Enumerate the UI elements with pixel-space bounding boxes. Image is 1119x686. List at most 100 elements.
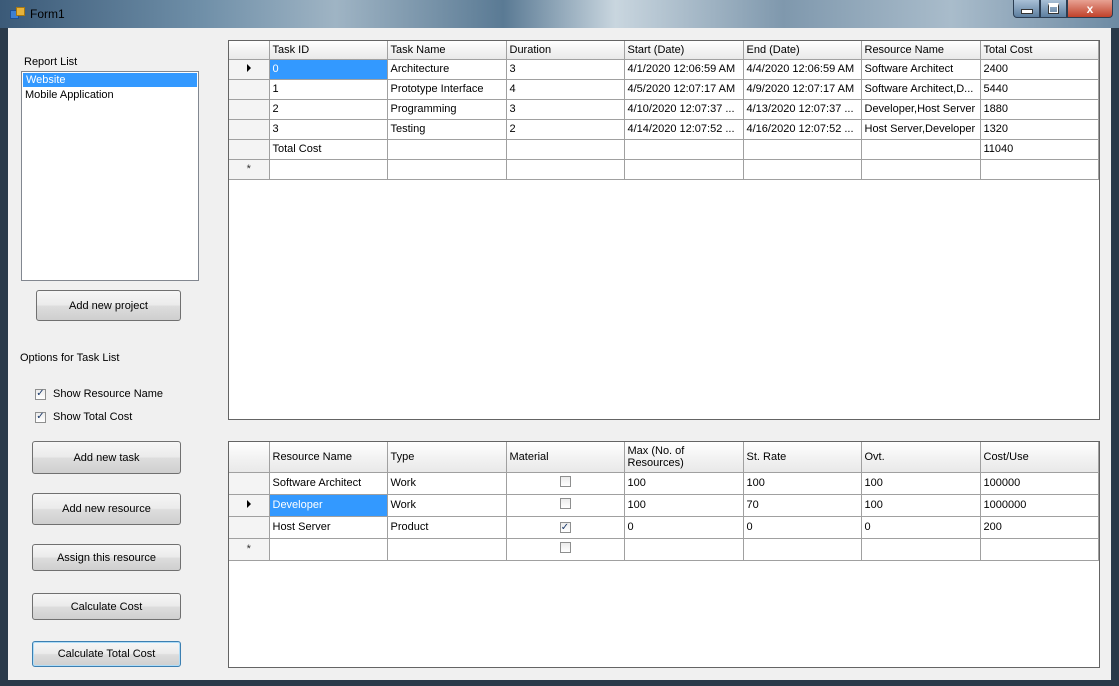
table-row[interactable]: Software Architect Work 100 100 100 1000… [229,472,1099,495]
close-button[interactable]: x [1067,0,1113,18]
cell-task-name[interactable]: Testing [387,119,507,140]
cell-resource-name[interactable]: Host Server,Developer [861,119,981,140]
cell-duration[interactable]: 3 [506,59,625,80]
cell-empty[interactable] [624,139,744,160]
cell-new[interactable] [269,159,388,180]
resource-grid[interactable]: Resource Name Type Material Max (No. of … [228,441,1100,668]
cell-task-id[interactable]: 3 [269,119,388,140]
show-total-cost-checkbox[interactable]: ✓ Show Total Cost [35,411,132,423]
cell-resource-name[interactable]: Software Architect [269,472,388,495]
cell-new[interactable] [624,538,744,561]
cell-total-cost[interactable]: 2400 [980,59,1099,80]
cell-new[interactable] [387,159,507,180]
show-resource-name-check-icon[interactable]: ✓ [35,388,46,400]
report-listbox[interactable]: Website Mobile Application [21,71,199,281]
material-checkbox-checked[interactable]: ✓ [559,522,571,534]
cell-start-date[interactable]: 4/10/2020 12:07:37 ... [624,99,744,120]
row-header[interactable] [229,472,270,495]
cell-st-rate[interactable]: 100 [743,472,862,495]
cell-grand-total[interactable]: 11040 [980,139,1099,160]
cell-material[interactable]: ✓ [506,516,625,539]
material-checkbox[interactable] [559,542,571,553]
column-header-start-date[interactable]: Start (Date) [624,41,744,60]
cell-end-date[interactable]: 4/16/2020 12:07:52 ... [743,119,862,140]
cell-cost-use[interactable]: 200 [980,516,1099,539]
table-row[interactable]: 2 Programming 3 4/10/2020 12:07:37 ... 4… [229,99,1099,120]
material-checkbox[interactable] [559,476,571,487]
row-header[interactable] [229,79,270,100]
cell-max[interactable]: 0 [624,516,744,539]
cell-duration[interactable]: 3 [506,99,625,120]
column-header-end-date[interactable]: End (Date) [743,41,862,60]
column-header-ovt[interactable]: Ovt. [861,442,981,473]
cell-empty[interactable] [743,139,862,160]
cell-st-rate[interactable]: 70 [743,494,862,517]
cell-total-cost-label[interactable]: Total Cost [269,139,388,160]
material-checkbox[interactable] [559,498,571,509]
cell-new[interactable] [743,159,862,180]
cell-material[interactable] [506,538,625,561]
cell-new[interactable] [743,538,862,561]
cell-task-name[interactable]: Programming [387,99,507,120]
show-total-cost-check-icon[interactable]: ✓ [35,411,46,423]
cell-resource-name[interactable]: Developer,Host Server [861,99,981,120]
cell-ovt[interactable]: 0 [861,516,981,539]
table-row[interactable]: 3 Testing 2 4/14/2020 12:07:52 ... 4/16/… [229,119,1099,140]
cell-end-date[interactable]: 4/9/2020 12:07:17 AM [743,79,862,100]
row-header-new[interactable]: * [229,538,270,561]
cell-start-date[interactable]: 4/5/2020 12:07:17 AM [624,79,744,100]
cell-resource-name[interactable]: Developer [269,494,388,517]
row-header-current[interactable] [229,59,270,80]
show-resource-name-checkbox[interactable]: ✓ Show Resource Name [35,388,163,400]
cell-type[interactable]: Work [387,472,507,495]
cell-duration[interactable]: 4 [506,79,625,100]
cell-ovt[interactable]: 100 [861,494,981,517]
row-header[interactable] [229,119,270,140]
cell-total-cost[interactable]: 5440 [980,79,1099,100]
cell-task-id[interactable]: 2 [269,99,388,120]
minimize-button[interactable] [1013,0,1040,18]
table-row[interactable]: Developer Work 100 70 100 1000000 [229,494,1099,517]
add-task-button[interactable]: Add new task [32,441,181,474]
cell-max[interactable]: 100 [624,472,744,495]
cell-empty[interactable] [387,139,507,160]
maximize-button[interactable] [1040,0,1067,18]
add-project-button[interactable]: Add new project [36,290,181,321]
report-list-item-mobile-application[interactable]: Mobile Application [22,88,198,102]
cell-new[interactable] [861,538,981,561]
column-header-resource-name[interactable]: Resource Name [269,442,388,473]
cell-new[interactable] [269,538,388,561]
cell-task-name[interactable]: Prototype Interface [387,79,507,100]
assign-resource-button[interactable]: Assign this resource [32,544,181,571]
cell-task-id[interactable]: 0 [269,59,388,80]
calculate-total-cost-button[interactable]: Calculate Total Cost [32,641,181,667]
cell-total-cost[interactable]: 1880 [980,99,1099,120]
cell-start-date[interactable]: 4/1/2020 12:06:59 AM [624,59,744,80]
column-header-max-resources[interactable]: Max (No. of Resources) [624,442,744,473]
report-list-item-website[interactable]: Website [23,73,197,87]
column-header-type[interactable]: Type [387,442,507,473]
cell-material[interactable] [506,472,625,495]
cell-empty[interactable] [861,139,981,160]
cell-end-date[interactable]: 4/13/2020 12:07:37 ... [743,99,862,120]
cell-total-cost[interactable]: 1320 [980,119,1099,140]
table-row[interactable]: Host Server Product ✓ 0 0 0 200 [229,516,1099,539]
row-header-current[interactable] [229,494,270,517]
cell-st-rate[interactable]: 0 [743,516,862,539]
total-cost-row[interactable]: Total Cost 11040 [229,139,1099,160]
row-header[interactable] [229,99,270,120]
row-header-new[interactable]: * [229,159,270,180]
column-header-material[interactable]: Material [506,442,625,473]
cell-resource-name[interactable]: Host Server [269,516,388,539]
column-header-st-rate[interactable]: St. Rate [743,442,862,473]
cell-end-date[interactable]: 4/4/2020 12:06:59 AM [743,59,862,80]
column-header-task-id[interactable]: Task ID [269,41,388,60]
column-header-cost-use[interactable]: Cost/Use [980,442,1099,473]
cell-new[interactable] [506,159,625,180]
table-row[interactable]: 1 Prototype Interface 4 4/5/2020 12:07:1… [229,79,1099,100]
cell-new[interactable] [387,538,507,561]
row-header[interactable] [229,139,270,160]
row-header[interactable] [229,516,270,539]
cell-material[interactable] [506,494,625,517]
column-header-total-cost[interactable]: Total Cost [980,41,1099,60]
